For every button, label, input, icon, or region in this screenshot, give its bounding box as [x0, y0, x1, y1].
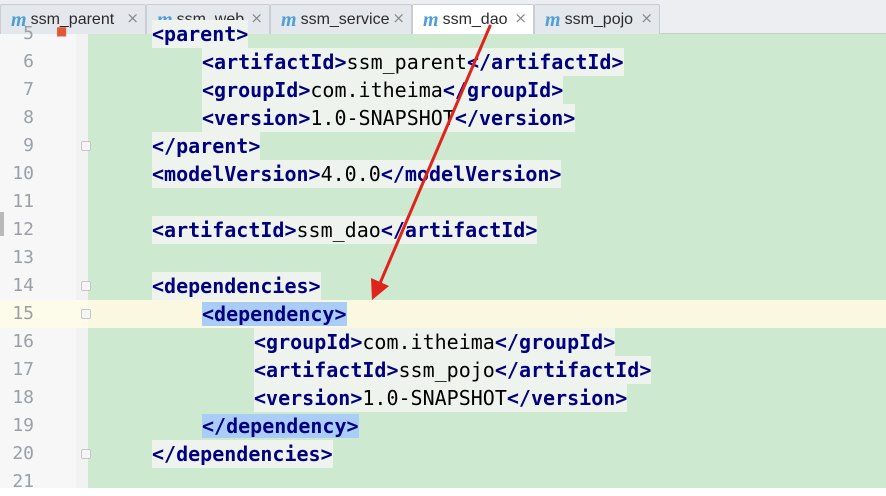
line-number: 21 [12, 471, 34, 492]
line-number: 11 [12, 191, 34, 212]
code-text: </dependency> [202, 414, 359, 438]
code-line[interactable]: 5 ■ <parent> [0, 20, 886, 48]
code-line[interactable]: 13 [0, 244, 886, 272]
line-number: 5 [23, 23, 34, 44]
code-text: <dependencies> [152, 272, 321, 300]
line-number: 12 [12, 219, 34, 240]
code-editor[interactable]: 5 ■ <parent> 6 <artifactId>ssm_parent</a… [0, 20, 886, 492]
code-text: <artifactId>ssm_parent</artifactId> [202, 48, 624, 76]
code-text: <groupId>com.itheima</groupId> [254, 328, 616, 356]
code-line[interactable]: 14 <dependencies> [0, 272, 886, 300]
line-number: 18 [12, 387, 34, 408]
code-text: <parent> [152, 20, 249, 48]
fold-icon[interactable] [81, 281, 91, 291]
code-line[interactable]: 11 [0, 188, 886, 216]
code-line[interactable]: 12 <artifactId>ssm_dao</artifactId> [0, 216, 886, 244]
line-number: 19 [12, 415, 34, 436]
code-line[interactable]: 7 <groupId>com.itheima</groupId> [0, 76, 886, 104]
code-text: <dependency> [202, 302, 347, 326]
code-line[interactable]: 18 <version>1.0-SNAPSHOT</version> [0, 384, 886, 412]
code-text: <artifactId>ssm_pojo</artifactId> [254, 356, 652, 384]
code-text: </dependencies> [152, 440, 333, 468]
code-line[interactable]: 16 <groupId>com.itheima</groupId> [0, 328, 886, 356]
line-number: 14 [12, 275, 34, 296]
line-number: 17 [12, 359, 34, 380]
fold-icon[interactable] [81, 141, 91, 151]
code-line[interactable]: 19 </dependency> [0, 412, 886, 440]
code-text: <version>1.0-SNAPSHOT</version> [202, 104, 576, 132]
line-number: 10 [12, 163, 34, 184]
fold-icon[interactable] [81, 309, 91, 319]
line-number: 13 [12, 247, 34, 268]
code-line-current[interactable]: 15 <dependency> [0, 300, 886, 328]
code-line[interactable]: 20 </dependencies> [0, 440, 886, 468]
line-number: 8 [23, 107, 34, 128]
fold-icon[interactable] [81, 449, 91, 459]
line-number: 9 [23, 135, 34, 156]
code-text: <modelVersion>4.0.0</modelVersion> [152, 160, 562, 188]
code-line[interactable]: 8 <version>1.0-SNAPSHOT</version> [0, 104, 886, 132]
code-line[interactable]: 6 <artifactId>ssm_parent</artifactId> [0, 48, 886, 76]
code-text: <groupId>com.itheima</groupId> [202, 76, 564, 104]
code-line[interactable]: 21 [0, 468, 886, 496]
line-number: 20 [12, 443, 34, 464]
code-line[interactable]: 10 <modelVersion>4.0.0</modelVersion> [0, 160, 886, 188]
code-text: </parent> [152, 132, 261, 160]
code-line[interactable]: 17 <artifactId>ssm_pojo</artifactId> [0, 356, 886, 384]
line-number: 15 [12, 303, 34, 324]
code-text: <artifactId>ssm_dao</artifactId> [152, 216, 538, 244]
code-text: <version>1.0-SNAPSHOT</version> [254, 384, 628, 412]
line-number: 16 [12, 331, 34, 352]
code-line[interactable]: 9 </parent> [0, 132, 886, 160]
line-number: 7 [23, 79, 34, 100]
line-number: 6 [23, 51, 34, 72]
warning-marker-icon: ■ [56, 24, 68, 38]
